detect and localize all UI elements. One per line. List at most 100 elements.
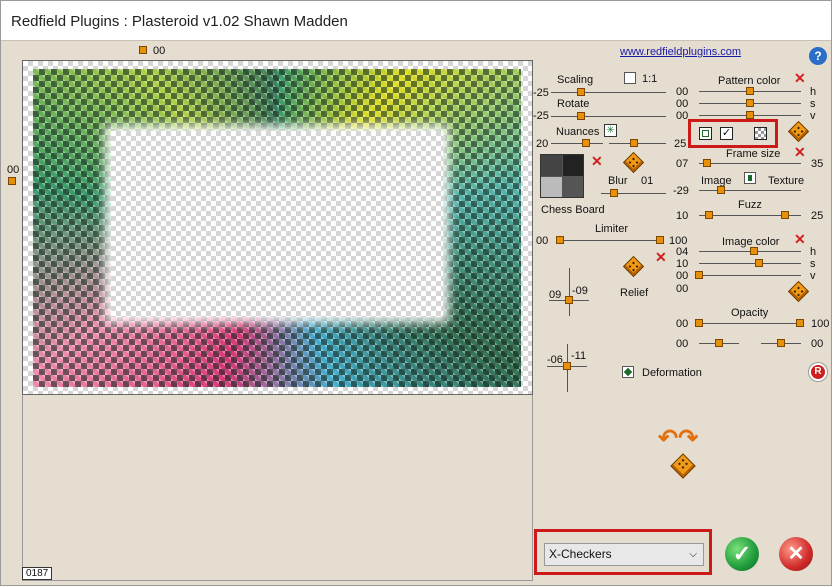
preview-left-value: 00 (7, 164, 20, 176)
image-color-reset-icon[interactable]: ✕ (794, 232, 806, 246)
help-button[interactable]: ? (809, 47, 827, 65)
chess-board-swatch[interactable] (540, 154, 584, 198)
pattern-color-label: Pattern color (718, 75, 781, 87)
randomize-all-dice-icon[interactable] (670, 453, 696, 479)
scaling-track[interactable] (551, 92, 666, 93)
frame-random-dice-icon[interactable] (787, 120, 810, 143)
opacity-track[interactable] (699, 323, 803, 324)
pattern-h-value: 00 (676, 86, 689, 98)
frame-size-track[interactable] (699, 163, 801, 164)
image-color-v-handle[interactable] (695, 271, 703, 279)
counter-value: 0187 (26, 568, 49, 579)
image-color-v-track[interactable] (699, 275, 801, 276)
fuzz-handle-left[interactable] (705, 211, 713, 219)
image-color-s-value: 10 (676, 258, 689, 270)
chevron-down-icon: ⌵ (689, 549, 697, 560)
relief-reset-icon[interactable]: ✕ (655, 250, 667, 264)
rotate-track[interactable] (551, 116, 666, 117)
cancel-button[interactable]: ✕ (779, 537, 813, 571)
nuances-value-right: 25 (674, 138, 687, 150)
nuances-handle-right[interactable] (630, 139, 638, 147)
reset-icon: R (814, 366, 822, 377)
deformation-label: Deformation (642, 367, 702, 379)
opacity-handle-right[interactable] (796, 319, 804, 327)
rotate-handle[interactable] (577, 112, 585, 120)
blur-handle[interactable] (610, 189, 618, 197)
relief-random-dice-icon[interactable] (622, 255, 645, 278)
pattern-v-value: 00 (676, 110, 689, 122)
pattern-s-letter: s (810, 98, 816, 110)
randomize-arrows-icon[interactable]: ↶↷ (658, 427, 710, 451)
nuances-value-left: 20 (536, 138, 549, 150)
nuances-handle-left[interactable] (582, 139, 590, 147)
title-bar: Redfield Plugins : Plasteroid v1.02 Shaw… (1, 1, 831, 41)
pattern-s-handle[interactable] (746, 99, 754, 107)
image-color-s-track[interactable] (699, 263, 801, 264)
blur-value: 01 (641, 175, 654, 187)
opacity-label: Opacity (731, 307, 769, 319)
preview-top-handle[interactable] (139, 46, 147, 54)
opacity-handle-left[interactable] (695, 319, 703, 327)
relief-label: Relief (620, 287, 649, 299)
frame-size-right: 35 (811, 158, 824, 170)
pattern-h-letter: h (810, 86, 817, 98)
opacity-row2-handle-right[interactable] (777, 339, 785, 347)
rotate-label: Rotate (557, 98, 590, 110)
image-color-s-letter: s (810, 258, 816, 270)
scaling-handle[interactable] (577, 88, 585, 96)
deformation-checkbox[interactable] (622, 366, 634, 378)
fuzz-left: 10 (676, 210, 689, 222)
counter-box: 0187 (22, 567, 53, 580)
limiter-max-handle[interactable] (656, 236, 664, 244)
relief-value-2: -09 (572, 285, 588, 297)
image-texture-handle[interactable] (717, 186, 725, 194)
image-color-v-value: 00 (676, 270, 689, 282)
blur-label: Blur (608, 175, 628, 187)
nuances-label: Nuances (556, 126, 600, 138)
help-icon: ? (814, 49, 822, 63)
image-texture-track[interactable] (699, 190, 801, 191)
scale-1to1-label: 1:1 (642, 73, 658, 85)
deformation-value-1: -06 (547, 354, 563, 366)
nuances-track-left[interactable] (551, 143, 603, 144)
pattern-v-handle[interactable] (746, 111, 754, 119)
limiter-track[interactable] (556, 240, 664, 241)
image-color-random-dice-icon[interactable] (787, 280, 810, 303)
mode-check-button[interactable]: ✓ (720, 127, 733, 140)
preview-left-handle[interactable] (8, 177, 16, 185)
fuzz-right: 25 (811, 210, 824, 222)
image-texture-value: -29 (673, 185, 689, 197)
image-color-extra-value: 00 (676, 283, 689, 295)
frame-size-handle[interactable] (703, 159, 711, 167)
pattern-v-letter: v (810, 110, 816, 122)
image-color-h-letter: h (810, 246, 817, 258)
limiter-min: 00 (536, 235, 549, 247)
ok-button[interactable]: ✓ (725, 537, 759, 571)
chess-random-dice-icon[interactable] (622, 151, 645, 174)
mode-transparency-button[interactable] (754, 127, 767, 140)
image-color-h-handle[interactable] (750, 247, 758, 255)
preset-dropdown[interactable]: X-Checkers ⌵ (544, 543, 704, 566)
preview-canvas[interactable] (22, 60, 533, 395)
limiter-min-handle[interactable] (556, 236, 564, 244)
checkmark-icon: ✓ (732, 541, 752, 566)
pattern-color-reset-icon[interactable]: ✕ (794, 71, 806, 85)
image-color-h-value: 04 (676, 246, 689, 258)
mode-frame-button[interactable] (699, 127, 712, 140)
texture-label: Texture (768, 175, 805, 187)
website-link[interactable]: www.redfieldplugins.com (620, 46, 741, 58)
image-texture-toggle[interactable] (744, 172, 756, 184)
relief-value-1: 09 (549, 289, 562, 301)
pattern-h-handle[interactable] (746, 87, 754, 95)
nuances-icon[interactable]: ✳ (604, 124, 617, 137)
chess-reset-icon[interactable]: ✕ (591, 154, 603, 168)
opacity-row2-handle-left[interactable] (715, 339, 723, 347)
scale-1to1-checkbox[interactable] (624, 72, 636, 84)
frame-size-reset-icon[interactable]: ✕ (794, 145, 806, 159)
fuzz-handle-right[interactable] (781, 211, 789, 219)
chess-board-label: Chess Board (541, 204, 605, 216)
scaling-value: -25 (533, 87, 549, 99)
reset-all-button[interactable]: R (809, 363, 827, 381)
preset-selected-value: X-Checkers (549, 547, 612, 561)
image-color-s-handle[interactable] (755, 259, 763, 267)
